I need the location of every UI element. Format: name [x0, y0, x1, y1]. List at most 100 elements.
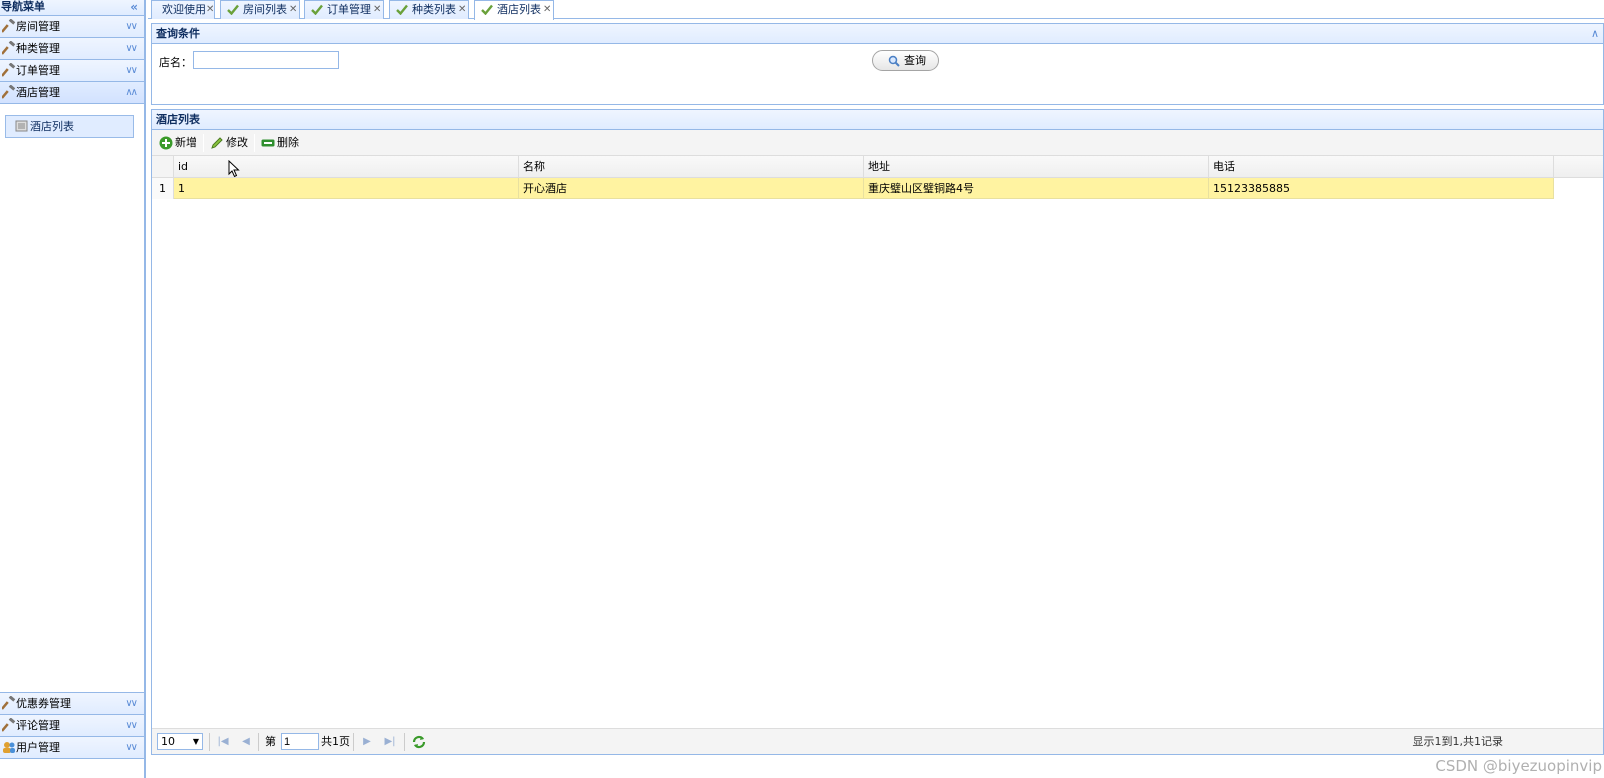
query-panel-header: 查询条件 ∧	[151, 23, 1604, 44]
nav-section-user[interactable]: 用户管理 ∨∨	[0, 737, 144, 759]
users-icon	[3, 742, 15, 753]
query-panel-body: 店名： 查询	[151, 44, 1604, 105]
watermark: CSDN @biyezuopinvip	[1435, 757, 1602, 775]
toolbar-divider	[203, 134, 204, 152]
delete-button-label: 删除	[277, 136, 299, 149]
tab-hotel-list[interactable]: 酒店列表 ✕	[474, 0, 554, 20]
first-page-icon[interactable]: |◀	[216, 735, 230, 749]
cell-phone: 15123385885	[1209, 178, 1554, 199]
chevron-down-icon: ∨∨	[125, 720, 138, 731]
tab-label: 种类列表	[412, 3, 456, 16]
check-icon	[481, 4, 493, 15]
close-icon[interactable]: ✕	[458, 1, 466, 18]
column-header-name[interactable]: 名称	[519, 156, 864, 177]
table-row[interactable]: 1 1 开心酒店 重庆璧山区璧铜路4号 15123385885	[152, 178, 1603, 199]
page-prefix: 第	[265, 735, 276, 748]
check-icon	[227, 4, 239, 15]
chevron-up-icon[interactable]: ∧	[1591, 24, 1599, 43]
nav-title-text: 导航菜单	[1, 0, 45, 13]
nav-section-label: 用户管理	[16, 741, 60, 754]
hammer-icon	[2, 63, 16, 77]
nav-section-hotel-body: 酒店列表	[0, 104, 144, 693]
refresh-icon[interactable]	[411, 734, 427, 750]
tab-strip: 欢迎使用 ✕ 房间列表 ✕ 订单管理 ✕ 种类列表 ✕ 酒店列表 ✕	[148, 0, 1604, 20]
page-total: 共1页	[321, 735, 350, 748]
toolbar-divider	[254, 134, 255, 152]
check-icon	[311, 4, 323, 15]
cell-id: 1	[174, 178, 519, 199]
chevron-down-icon: ∨∨	[125, 65, 138, 76]
nav-section-coupon[interactable]: 优惠券管理 ∨∨	[0, 693, 144, 715]
column-header-address[interactable]: 地址	[864, 156, 1209, 177]
nav-section-category[interactable]: 种类管理 ∨∨	[0, 38, 144, 60]
delete-button[interactable]: 删除	[261, 133, 301, 153]
chevron-down-icon: ∨∨	[125, 698, 138, 709]
mouse-cursor-icon	[228, 160, 240, 178]
tab-order-manage[interactable]: 订单管理 ✕	[304, 0, 384, 19]
pager-divider	[353, 733, 354, 751]
pagination-bar: 10 ▼ |◀ ◀ 第 共1页 ▶ ▶| 显示1到1,共1记录	[152, 728, 1603, 754]
nav-section-comment[interactable]: 评论管理 ∨∨	[0, 715, 144, 737]
tab-room-list[interactable]: 房间列表 ✕	[220, 0, 300, 19]
tab-category-list[interactable]: 种类列表 ✕	[389, 0, 469, 19]
next-page-icon[interactable]: ▶	[360, 735, 374, 749]
last-page-icon[interactable]: ▶|	[383, 735, 397, 749]
double-chevron-left-icon[interactable]: «	[130, 0, 138, 14]
chevron-up-icon: ∧∧	[125, 87, 138, 98]
hammer-icon	[2, 718, 16, 732]
nav-section-label: 优惠券管理	[16, 697, 71, 710]
nav-section-order[interactable]: 订单管理 ∨∨	[0, 60, 144, 82]
plus-circle-icon	[159, 136, 173, 150]
nav-item-hotel-list[interactable]: 酒店列表	[5, 115, 134, 138]
row-number: 1	[152, 178, 174, 199]
nav-section-hotel[interactable]: 酒店管理 ∧∧	[0, 82, 144, 104]
tab-label: 订单管理	[327, 3, 371, 16]
chevron-down-icon: ∨∨	[125, 43, 138, 54]
add-button-label: 新增	[175, 136, 197, 149]
tab-welcome[interactable]: 欢迎使用 ✕	[151, 0, 215, 19]
pager-divider	[404, 733, 405, 751]
chevron-down-icon: ∨∨	[125, 21, 138, 32]
edit-button-label: 修改	[226, 136, 248, 149]
hammer-icon	[2, 85, 16, 99]
rownum-header	[152, 156, 174, 177]
pager-divider	[258, 733, 259, 751]
list-panel-title: 酒店列表	[156, 113, 200, 126]
page-size-select[interactable]: 10 ▼	[157, 733, 203, 750]
query-panel-title: 查询条件	[156, 27, 200, 40]
close-icon[interactable]: ✕	[543, 1, 551, 18]
add-button[interactable]: 新增	[159, 133, 199, 153]
tab-label: 房间列表	[243, 3, 287, 16]
page-number-input[interactable]	[281, 733, 319, 750]
triangle-down-icon: ▼	[192, 737, 199, 746]
column-header-id[interactable]: id	[174, 156, 519, 177]
cell-name: 开心酒店	[519, 178, 864, 199]
hammer-icon	[2, 19, 16, 33]
list-panel-body: 新增 修改 删除 id 名称 地址 电话 1 1 开心酒店 重庆璧山区璧铜路4号	[151, 130, 1604, 755]
close-icon[interactable]: ✕	[206, 1, 214, 18]
hammer-icon	[2, 41, 16, 55]
check-icon	[396, 4, 408, 15]
nav-item-label: 酒店列表	[30, 120, 74, 133]
grid-header: id 名称 地址 电话	[152, 156, 1603, 178]
nav-title: 导航菜单 «	[0, 0, 144, 16]
nav-section-room[interactable]: 房间管理 ∨∨	[0, 16, 144, 38]
prev-page-icon[interactable]: ◀	[239, 735, 253, 749]
nav-section-label: 订单管理	[16, 64, 60, 77]
grid-toolbar: 新增 修改 删除	[152, 130, 1603, 156]
search-button[interactable]: 查询	[872, 50, 939, 71]
nav-section-label: 评论管理	[16, 719, 60, 732]
pager-divider	[209, 733, 210, 751]
close-icon[interactable]: ✕	[373, 1, 381, 18]
list-doc-icon	[15, 120, 28, 132]
nav-section-label: 房间管理	[16, 20, 60, 33]
main-area: 欢迎使用 ✕ 房间列表 ✕ 订单管理 ✕ 种类列表 ✕ 酒店列表 ✕ 查询条件 …	[148, 0, 1604, 778]
hotel-name-input[interactable]	[193, 51, 339, 69]
column-header-phone[interactable]: 电话	[1209, 156, 1554, 177]
navigation-sidebar: 导航菜单 « 房间管理 ∨∨ 种类管理 ∨∨ 订单管理 ∨∨ 酒店管理 ∧∧ 酒…	[0, 0, 146, 778]
close-icon[interactable]: ✕	[289, 1, 297, 18]
cell-address: 重庆璧山区璧铜路4号	[864, 178, 1209, 199]
list-panel-header: 酒店列表	[151, 109, 1604, 130]
search-icon	[888, 55, 900, 67]
edit-button[interactable]: 修改	[210, 133, 250, 153]
